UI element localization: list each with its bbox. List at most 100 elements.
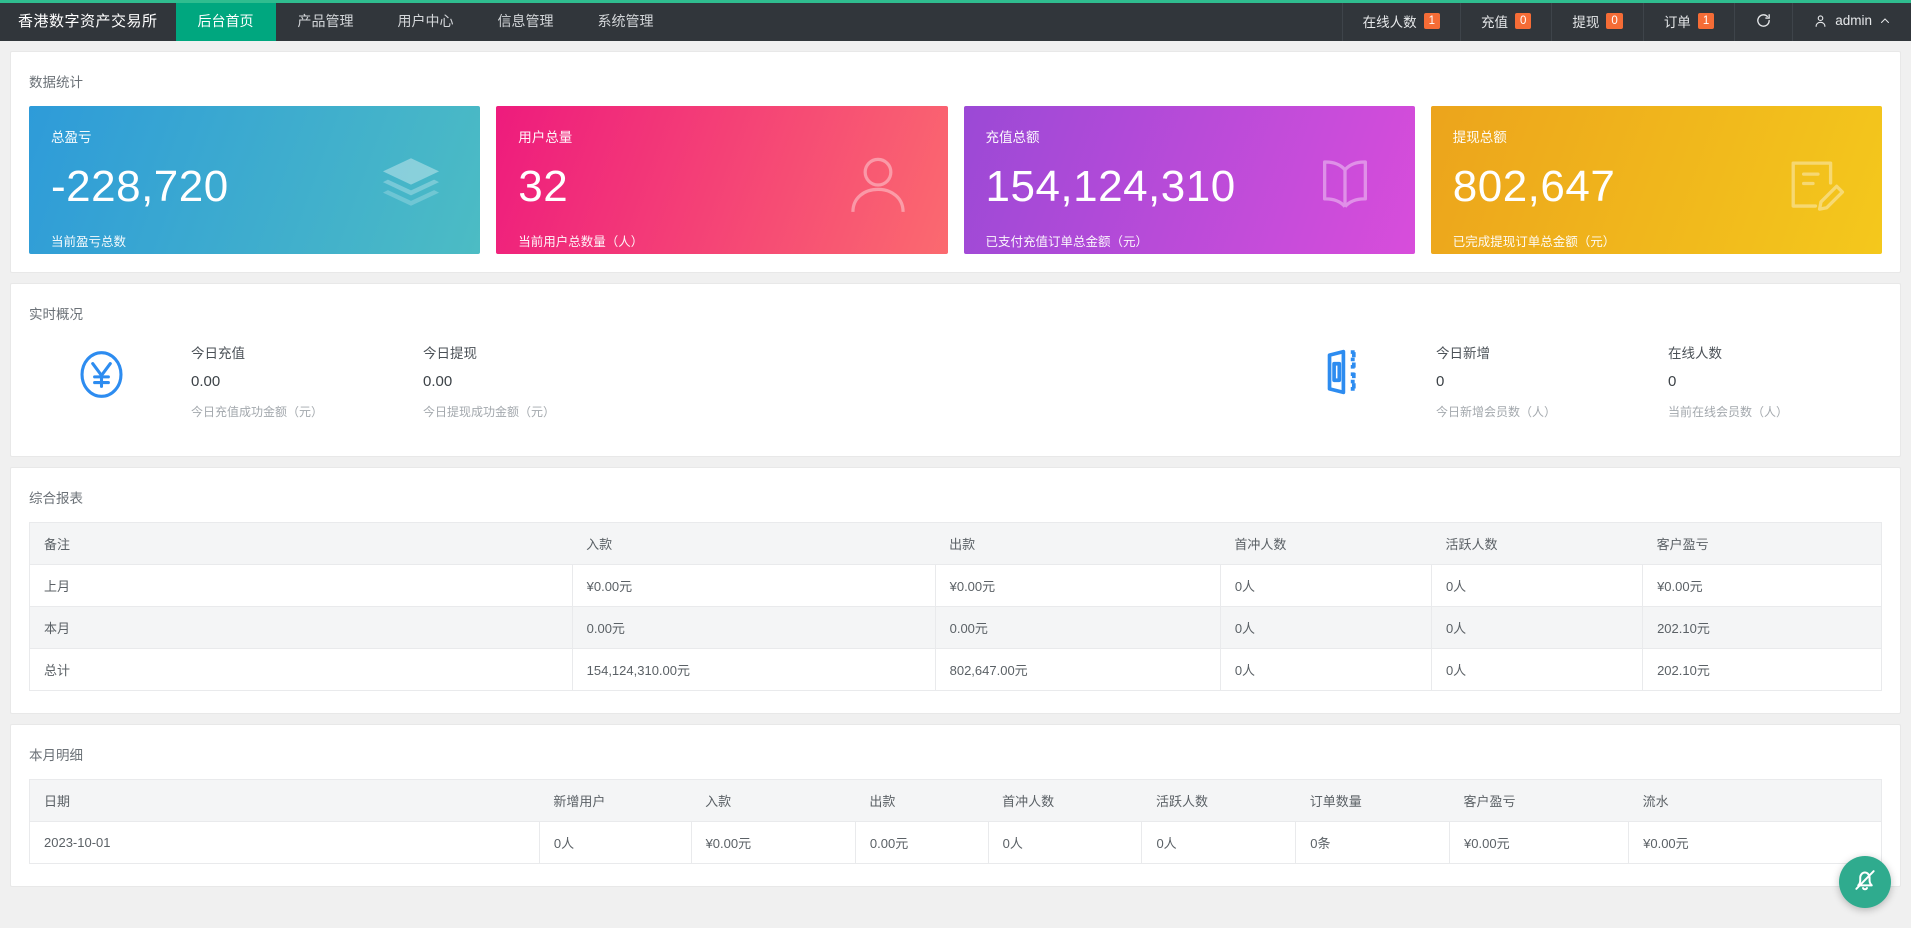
- report-table-holder: 备注 入款 出款 首冲人数 活跃人数 客户盈亏 上月 ¥0.00元 ¥0.00元…: [11, 522, 1900, 713]
- recharge-label: 充值: [1481, 14, 1508, 30]
- report-col-first: 首冲人数: [1220, 522, 1432, 565]
- realtime-row: 今日充值 0.00 今日充值成功金额（元） 今日提现 0.00 今日提现成功金额…: [11, 338, 1900, 456]
- cell: 0人: [1431, 648, 1644, 691]
- detail-col-new-users: 新增用户: [539, 779, 692, 822]
- user-menu[interactable]: admin: [1792, 0, 1911, 41]
- user-icon: [1813, 13, 1828, 29]
- table-row[interactable]: 上月 ¥0.00元 ¥0.00元 0人 0人 ¥0.00元: [29, 564, 1882, 607]
- cell: 0人: [988, 821, 1143, 864]
- cell: ¥0.00元: [1642, 564, 1882, 607]
- refresh-button[interactable]: [1734, 0, 1792, 41]
- realtime-title: 今日充值: [191, 346, 245, 361]
- cell: ¥0.00元: [935, 564, 1221, 607]
- detail-table-holder: 日期 新增用户 入款 出款 首冲人数 活跃人数 订单数量 客户盈亏 流水 202…: [11, 779, 1900, 886]
- realtime-title: 今日提现: [423, 346, 477, 361]
- cell: ¥0.00元: [1628, 821, 1882, 864]
- status-orders[interactable]: 订单 1: [1642, 0, 1734, 41]
- chevron-up-icon: [1879, 15, 1891, 27]
- cell: 0人: [1220, 564, 1432, 607]
- brand-title: 香港数字资产交易所: [18, 13, 158, 30]
- realtime-panel-title: 实时概况: [29, 307, 83, 322]
- cell: 154,124,310.00元: [572, 648, 936, 691]
- cell: 0.00元: [935, 606, 1221, 649]
- orders-label: 订单: [1663, 14, 1691, 30]
- stats-panel: 数据统计 总盈亏 -228,720 当前盈亏总数 用户总量 32 当前用户总数量…: [10, 51, 1901, 273]
- status-recharge[interactable]: 充值 0: [1460, 0, 1551, 41]
- nav-item-product[interactable]: 产品管理: [276, 0, 376, 41]
- book-icon: [1309, 152, 1381, 223]
- floating-mute-button[interactable]: [1839, 856, 1891, 908]
- withdraw-label: 提现: [1572, 14, 1600, 30]
- realtime-value: 0.00: [423, 373, 453, 390]
- status-online-count[interactable]: 在线人数 1: [1341, 0, 1460, 41]
- username-label: admin: [1835, 13, 1872, 28]
- report-table: 备注 入款 出款 首冲人数 活跃人数 客户盈亏 上月 ¥0.00元 ¥0.00元…: [29, 522, 1882, 691]
- layers-icon: [376, 152, 446, 223]
- report-header-row: 备注 入款 出款 首冲人数 活跃人数 客户盈亏: [29, 522, 1882, 565]
- cell: 0条: [1295, 821, 1451, 864]
- realtime-today-recharge: 今日充值 0.00 今日充值成功金额（元）: [191, 342, 423, 420]
- card-dashed-icon: [1256, 342, 1436, 398]
- stat-card-total-pnl[interactable]: 总盈亏 -228,720 当前盈亏总数: [29, 106, 481, 254]
- cell: 0.00元: [572, 606, 936, 649]
- cell: 802,647.00元: [935, 648, 1221, 691]
- detail-col-in: 入款: [691, 779, 856, 822]
- realtime-sub: 今日新增会员数（人）: [1436, 405, 1557, 419]
- stat-card-label: 总盈亏: [51, 130, 92, 145]
- report-col-out: 出款: [935, 522, 1221, 565]
- table-row[interactable]: 总计 154,124,310.00元 802,647.00元 0人 0人 202…: [29, 648, 1882, 691]
- stats-panel-title: 数据统计: [29, 75, 83, 90]
- stat-card-total-recharge[interactable]: 充值总额 154,124,310 已支付充值订单总金额（元）: [963, 106, 1415, 254]
- realtime-sub: 今日提现成功金额（元）: [423, 405, 556, 419]
- cell: 0人: [1431, 564, 1644, 607]
- realtime-today-withdraw: 今日提现 0.00 今日提现成功金额（元）: [423, 342, 655, 420]
- stat-card-sub: 当前用户总数量（人）: [518, 235, 644, 249]
- detail-col-date: 日期: [29, 779, 540, 822]
- cell: 0人: [1220, 648, 1432, 691]
- table-row[interactable]: 2023-10-01 0人 ¥0.00元 0.00元 0人 0人 0条 ¥0.0…: [29, 821, 1882, 864]
- realtime-panel: 实时概况 今日充值 0.00 今日充值成功金额（元） 今日提现 0.00 今日提…: [10, 283, 1901, 457]
- detail-panel-title: 本月明细: [29, 748, 83, 763]
- status-withdraw[interactable]: 提现 0: [1551, 0, 1642, 41]
- report-col-in: 入款: [572, 522, 936, 565]
- cell: ¥0.00元: [691, 821, 856, 864]
- cell: ¥0.00元: [572, 564, 936, 607]
- report-col-pnl: 客户盈亏: [1642, 522, 1882, 565]
- stat-card-sub: 已支付充值订单总金额（元）: [985, 235, 1149, 249]
- cell: 总计: [29, 648, 573, 691]
- yuan-circle-icon: [11, 342, 191, 403]
- stat-card-total-withdraw[interactable]: 提现总额 802,647 已完成提现订单总金额（元）: [1430, 106, 1882, 254]
- main-nav: 后台首页 产品管理 用户中心 信息管理 系统管理: [175, 0, 676, 41]
- realtime-title: 在线人数: [1668, 346, 1722, 361]
- detail-table: 日期 新增用户 入款 出款 首冲人数 活跃人数 订单数量 客户盈亏 流水 202…: [29, 779, 1882, 864]
- realtime-sub: 当前在线会员数（人）: [1668, 405, 1789, 419]
- cell: 0人: [1220, 606, 1432, 649]
- stat-card-sub: 当前盈亏总数: [51, 235, 127, 249]
- online-count-label: 在线人数: [1362, 14, 1417, 30]
- nav-item-dashboard[interactable]: 后台首页: [175, 0, 276, 41]
- online-count-badge: 1: [1423, 12, 1440, 29]
- cell: ¥0.00元: [1449, 821, 1630, 864]
- refresh-icon: [1755, 12, 1772, 29]
- stat-card-label: 充值总额: [985, 130, 1040, 145]
- nav-item-user-center[interactable]: 用户中心: [376, 0, 476, 41]
- user-icon: [842, 150, 914, 225]
- nav-item-system[interactable]: 系统管理: [576, 0, 676, 41]
- detail-panel: 本月明细 日期 新增用户 入款 出款 首冲人数 活跃人数 订单数量 客户盈亏 流…: [10, 724, 1901, 887]
- realtime-online-users: 在线人数 0 当前在线会员数（人）: [1668, 342, 1900, 420]
- report-panel: 综合报表 备注 入款 出款 首冲人数 活跃人数 客户盈亏 上月 ¥0.00元 ¥…: [10, 467, 1901, 714]
- stat-card-total-users[interactable]: 用户总量 32 当前用户总数量（人）: [496, 106, 948, 254]
- stat-card-sub: 已完成提现订单总金额（元）: [1452, 235, 1616, 249]
- realtime-title: 今日新增: [1436, 346, 1490, 361]
- table-row[interactable]: 本月 0.00元 0.00元 0人 0人 202.10元: [29, 606, 1882, 649]
- cell: 0人: [1431, 606, 1644, 649]
- detail-col-out: 出款: [855, 779, 989, 822]
- report-col-note: 备注: [29, 522, 573, 565]
- realtime-today-new-users: 今日新增 0 今日新增会员数（人）: [1436, 342, 1668, 420]
- detail-header-row: 日期 新增用户 入款 出款 首冲人数 活跃人数 订单数量 客户盈亏 流水: [29, 779, 1882, 822]
- edit-doc-icon: [1778, 152, 1848, 223]
- nav-item-info[interactable]: 信息管理: [476, 0, 576, 41]
- stat-card-list: 总盈亏 -228,720 当前盈亏总数 用户总量 32 当前用户总数量（人） 充…: [11, 106, 1900, 272]
- detail-col-active: 活跃人数: [1141, 779, 1296, 822]
- top-right-actions: 在线人数 1 充值 0 提现 0 订单 1 admin: [1341, 0, 1911, 41]
